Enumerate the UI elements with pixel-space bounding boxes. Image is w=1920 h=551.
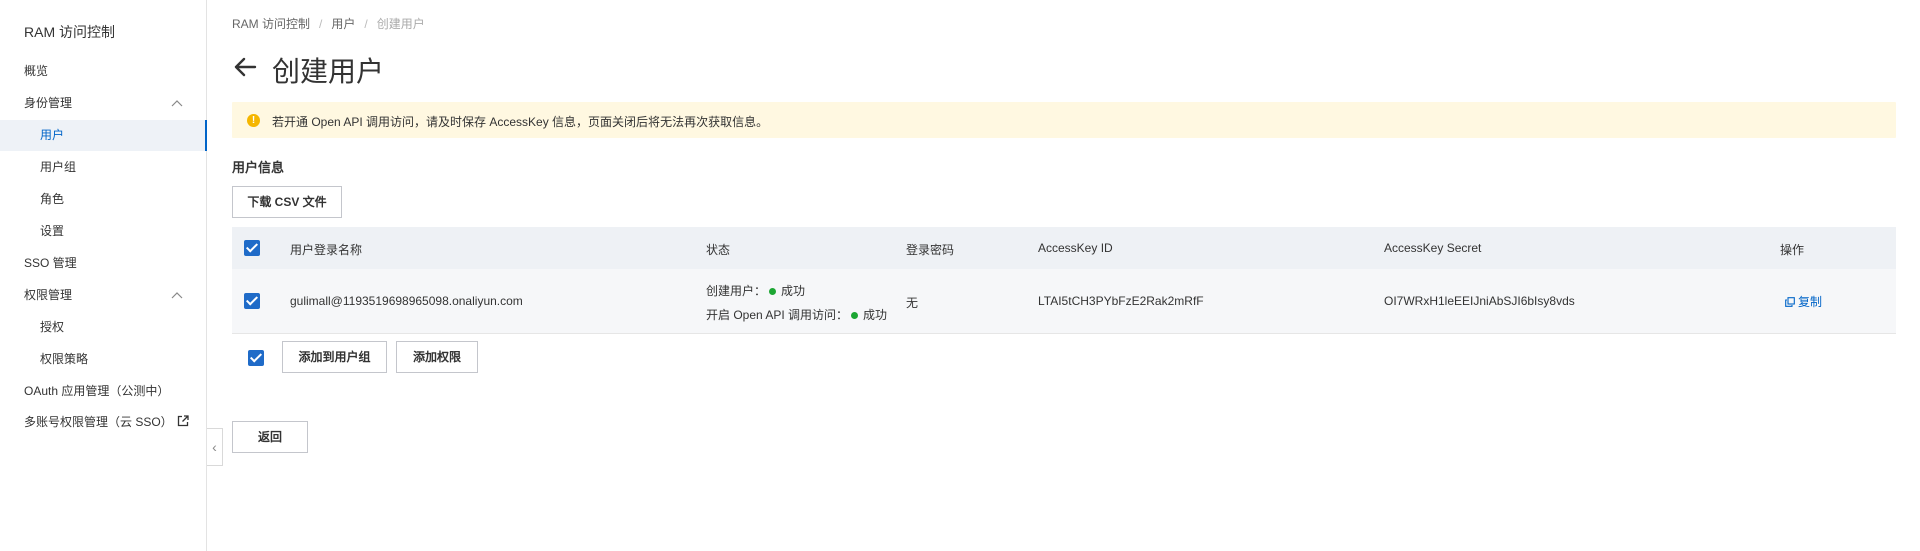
copy-link[interactable]: 复制	[1785, 293, 1822, 310]
status-create-label: 创建用户：	[706, 284, 767, 298]
column-header-status: 状态	[706, 243, 731, 257]
sidebar-item-label: 角色	[40, 192, 65, 206]
sidebar-item-label: 权限管理	[24, 288, 73, 302]
cell-status-create: 创建用户： 成功	[706, 282, 805, 299]
table-header: 用户登录名称 状态 登录密码 AccessKey ID AccessKey Se…	[232, 227, 1896, 269]
sidebar-item-grants[interactable]: 授权	[0, 312, 207, 343]
sidebar-title: RAM 访问控制	[24, 24, 115, 40]
status-api-value: 成功	[863, 308, 888, 322]
row-checkbox[interactable]	[244, 293, 260, 309]
add-to-group-button[interactable]: 添加到用户组	[282, 341, 387, 373]
select-all-checkbox[interactable]	[244, 240, 260, 256]
alert-text: 若开通 Open API 调用访问，请及时保存 AccessKey 信息，页面关…	[272, 115, 769, 129]
cell-password: 无	[906, 296, 919, 310]
breadcrumb-separator: /	[364, 17, 368, 31]
breadcrumb: RAM 访问控制 / 用户 / 创建用户	[232, 15, 425, 32]
sidebar-item-overview[interactable]: 概览	[0, 56, 207, 87]
breadcrumb-item-users[interactable]: 用户	[331, 17, 355, 31]
section-title: 用户信息	[232, 160, 285, 175]
cell-status-api: 开启 Open API 调用访问： 成功	[706, 306, 887, 323]
status-api-label: 开启 Open API 调用访问：	[706, 308, 849, 322]
sidebar-collapse-toggle[interactable]: ‹	[207, 428, 223, 466]
breadcrumb-separator: /	[319, 17, 323, 31]
page-title: 创建用户	[272, 56, 385, 87]
sidebar-item-label: OAuth 应用管理（公测中）	[24, 384, 170, 398]
sidebar-item-roles[interactable]: 角色	[0, 184, 207, 215]
column-header-actions: 操作	[1780, 243, 1805, 257]
sidebar-item-policies[interactable]: 权限策略	[0, 344, 207, 375]
add-permission-button[interactable]: 添加权限	[396, 341, 478, 373]
sidebar-item-identity-management[interactable]: 身份管理	[0, 88, 207, 119]
column-header-login-name: 用户登录名称	[290, 243, 363, 257]
copy-label: 复制	[1798, 295, 1823, 309]
sidebar-item-label: 用户组	[40, 160, 77, 174]
sidebar-item-label: 权限策略	[40, 352, 89, 366]
chevron-up-icon	[171, 292, 183, 299]
success-dot-icon	[851, 312, 859, 319]
back-button[interactable]: 返回	[232, 421, 308, 453]
cell-login-name: gulimall@1193519698965098.onaliyun.com	[290, 294, 523, 308]
sidebar-item-label: 设置	[40, 224, 65, 238]
warning-icon: !	[247, 114, 260, 127]
success-dot-icon	[769, 288, 777, 295]
status-create-value: 成功	[781, 284, 806, 298]
column-header-access-key-secret: AccessKey Secret	[1384, 241, 1482, 255]
sidebar-item-user-groups[interactable]: 用户组	[0, 152, 207, 183]
sidebar-item-label: SSO 管理	[24, 256, 77, 270]
column-header-password: 登录密码	[906, 243, 955, 257]
sidebar: RAM 访问控制 概览 身份管理 用户 用户组 角色 设置 SSO 管理 权限管…	[0, 0, 207, 551]
sidebar-item-users[interactable]: 用户	[0, 120, 207, 151]
sidebar-item-label: 授权	[40, 320, 65, 334]
back-arrow-icon[interactable]	[232, 54, 258, 80]
warning-alert: ! 若开通 Open API 调用访问，请及时保存 AccessKey 信息，页…	[232, 102, 1896, 138]
table-row: gulimall@1193519698965098.onaliyun.com 创…	[232, 269, 1896, 334]
sidebar-item-label: 概览	[24, 64, 49, 78]
cell-access-key-id: LTAI5tCH3PYbFzE2Rak2mRfF	[1038, 294, 1204, 308]
sidebar-item-multi-account-sso[interactable]: 多账号权限管理（云 SSO）	[0, 407, 207, 438]
sidebar-item-settings[interactable]: 设置	[0, 216, 207, 247]
breadcrumb-item-current: 创建用户	[376, 17, 425, 31]
chevron-left-icon: ‹	[212, 439, 217, 455]
sidebar-item-sso-management[interactable]: SSO 管理	[0, 248, 207, 279]
sidebar-item-label: 身份管理	[24, 96, 73, 110]
chevron-up-icon	[171, 100, 183, 107]
download-csv-button[interactable]: 下载 CSV 文件	[232, 186, 342, 218]
sidebar-item-oauth-apps[interactable]: OAuth 应用管理（公测中）	[0, 376, 207, 407]
sidebar-item-permission-management[interactable]: 权限管理	[0, 280, 207, 311]
batch-select-checkbox[interactable]	[248, 350, 264, 366]
sidebar-item-label: 多账号权限管理（云 SSO）	[24, 415, 173, 429]
copy-icon	[1785, 297, 1795, 307]
column-header-access-key-id: AccessKey ID	[1038, 241, 1113, 255]
sidebar-item-label: 用户	[40, 128, 65, 142]
cell-access-key-secret: OI7WRxH1leEEIJniAbSJI6bIsy8vds	[1384, 294, 1575, 308]
external-link-icon	[177, 415, 189, 427]
breadcrumb-item-ram[interactable]: RAM 访问控制	[232, 17, 310, 31]
